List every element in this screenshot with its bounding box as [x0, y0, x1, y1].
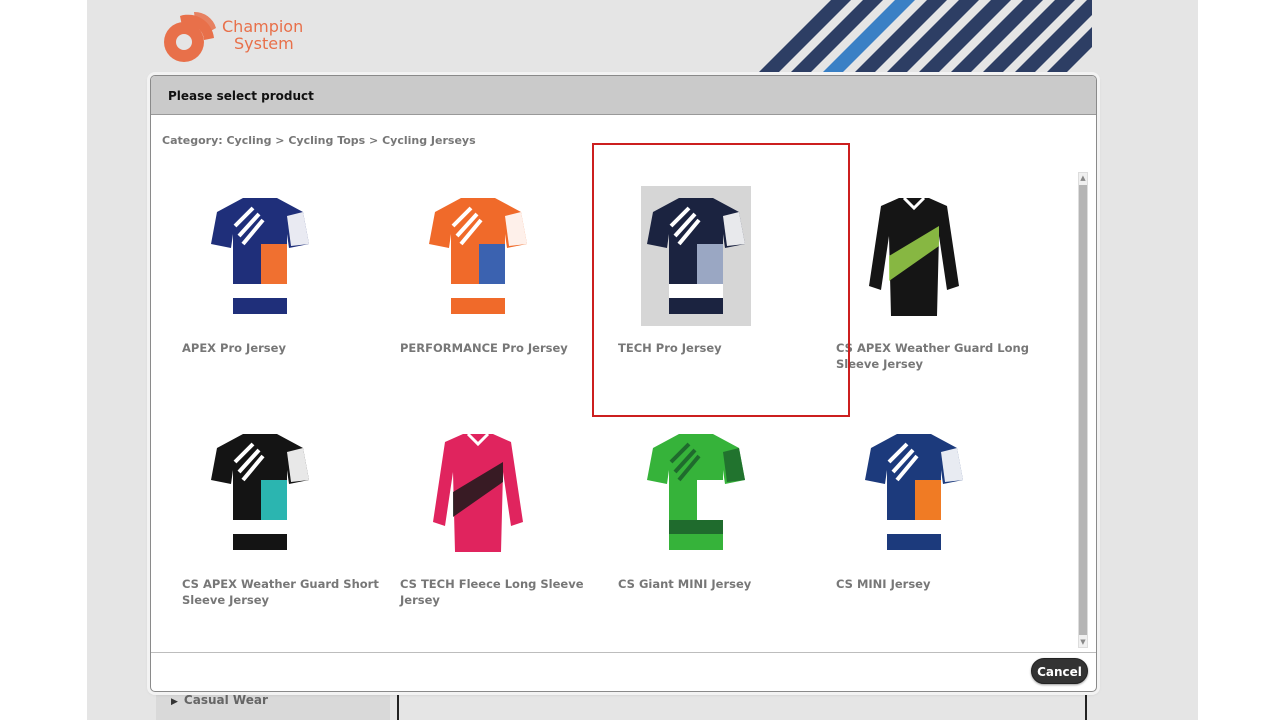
product-tile[interactable]: APEX Pro Jersey	[151, 186, 369, 386]
product-tile[interactable]: CS MINI Jersey	[805, 422, 1023, 622]
long-sleeve-jersey-icon	[869, 196, 959, 316]
product-name: PERFORMANCE Pro Jersey	[400, 341, 568, 355]
brand-name-line1: Champion	[222, 17, 304, 36]
champion-system-logo-icon	[164, 11, 216, 62]
select-product-dialog: Please select product Category: Cycling …	[150, 75, 1097, 692]
dialog-footer-divider	[151, 652, 1096, 653]
product-name: CS APEX Weather Guard Long Sleeve Jersey	[836, 341, 1029, 371]
product-name: CS APEX Weather Guard Short Sleeve Jerse…	[182, 577, 379, 607]
short-sleeve-jersey-icon	[647, 434, 745, 550]
content-border-right	[1085, 690, 1087, 720]
product-tile[interactable]: CS Giant MINI Jersey	[587, 422, 805, 622]
scroll-down-arrow-icon[interactable]: ▼	[1079, 637, 1087, 647]
header-stripes-decoration	[757, 0, 1092, 74]
cancel-button[interactable]: Cancel	[1031, 658, 1088, 684]
product-name: CS Giant MINI Jersey	[618, 577, 752, 591]
brand-name: Champion System	[222, 18, 303, 52]
product-name: APEX Pro Jersey	[182, 341, 286, 355]
sidebar-item-label: Casual Wear	[183, 693, 268, 707]
product-tile[interactable]: CS TECH Fleece Long Sleeve Jersey	[369, 422, 587, 622]
product-name: CS MINI Jersey	[836, 577, 931, 591]
scrollbar-thumb[interactable]	[1079, 185, 1087, 635]
vertical-scrollbar[interactable]: ▲ ▼	[1078, 172, 1088, 648]
product-tile[interactable]: CS APEX Weather Guard Short Sleeve Jerse…	[151, 422, 379, 622]
short-sleeve-jersey-icon	[211, 198, 309, 314]
short-sleeve-jersey-icon	[865, 434, 963, 550]
caret-right-icon: ▶	[171, 697, 178, 707]
scroll-up-arrow-icon[interactable]: ▲	[1079, 173, 1087, 183]
product-name: CS TECH Fleece Long Sleeve Jersey	[400, 577, 584, 607]
short-sleeve-jersey-icon	[429, 198, 527, 314]
selected-product-highlight	[592, 143, 850, 417]
brand-logo: Champion System	[162, 10, 322, 66]
content-border-left	[397, 690, 399, 720]
short-sleeve-jersey-icon	[211, 434, 309, 550]
brand-name-line2: System	[234, 34, 294, 53]
product-tile[interactable]: PERFORMANCE Pro Jersey	[369, 186, 587, 386]
sidebar-item-casual-wear[interactable]: ▶ Casual Wear	[171, 693, 268, 707]
long-sleeve-jersey-icon	[433, 432, 523, 552]
